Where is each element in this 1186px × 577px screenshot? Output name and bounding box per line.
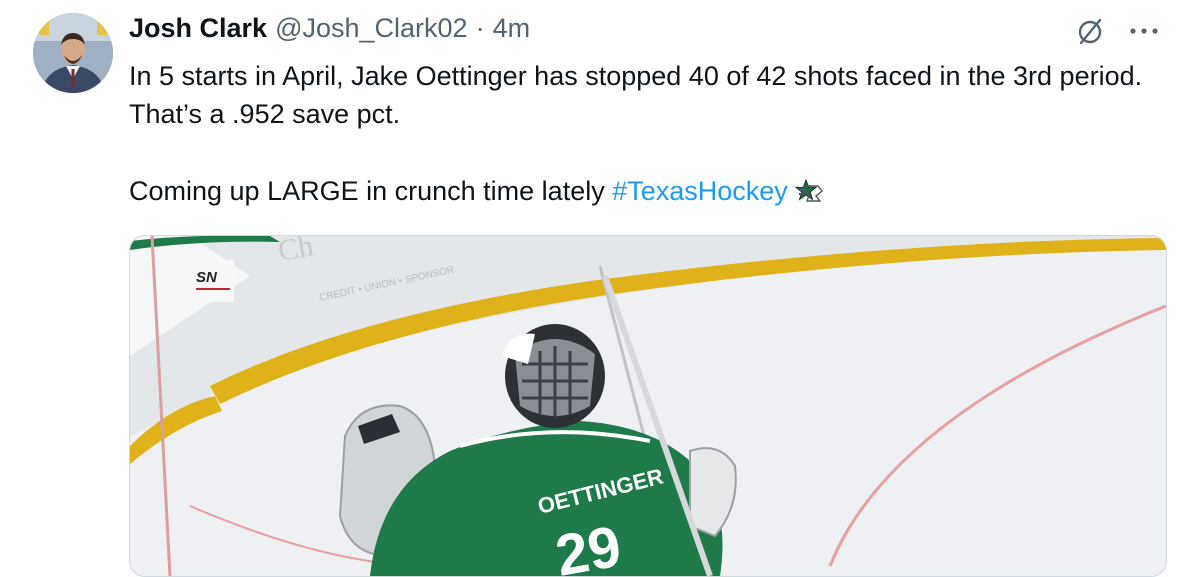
- tweet-text: In 5 starts in April, Jake Oettinger has…: [129, 57, 1169, 210]
- separator-dot: ·: [475, 12, 485, 43]
- handle[interactable]: @Josh_Clark02: [275, 13, 468, 44]
- grok-button[interactable]: [1072, 13, 1108, 49]
- network-logo: SN: [196, 269, 218, 286]
- tweet-text-paragraph-1: In 5 starts in April, Jake Oettinger has…: [129, 61, 1143, 129]
- tweet-text-line: Coming up LARGE in crunch time lately: [129, 176, 613, 206]
- avatar[interactable]: [33, 13, 113, 93]
- hashtag-link[interactable]: #TexasHockey: [612, 176, 788, 206]
- dallas-stars-emoji-icon: [794, 179, 823, 202]
- more-icon: [1130, 28, 1158, 34]
- tweet[interactable]: Josh Clark @Josh_Clark02 · 4m In 5 start…: [0, 0, 1186, 577]
- more-button[interactable]: [1124, 13, 1164, 49]
- grok-icon: [1078, 18, 1102, 45]
- display-name[interactable]: Josh Clark: [129, 13, 267, 44]
- tweet-header: Josh Clark @Josh_Clark02 · 4m: [129, 10, 530, 46]
- jersey-number: 29: [551, 514, 626, 576]
- timestamp[interactable]: 4m: [493, 13, 531, 44]
- tweet-text-paragraph-2: Coming up LARGE in crunch time lately #T…: [129, 172, 1169, 210]
- tweet-media-video[interactable]: Ch CREDIT • UNION • SPONSOR SN OETTINGER…: [129, 235, 1167, 577]
